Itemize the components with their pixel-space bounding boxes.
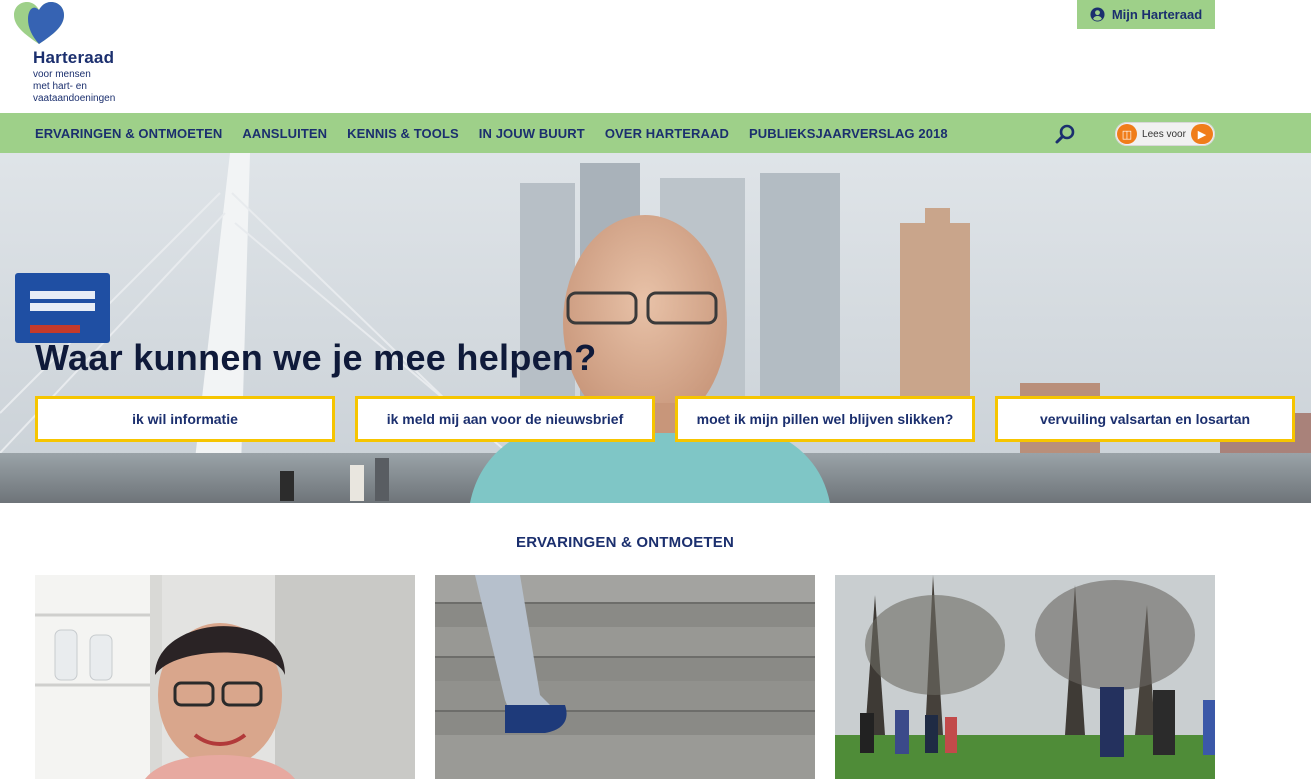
pills-question-button[interactable]: moet ik mijn pillen wel blijven slikken? xyxy=(675,396,975,442)
read-aloud-button[interactable]: ◫ Lees voor ▶ xyxy=(1115,122,1215,146)
nav-item-ervaringen[interactable]: ERVARINGEN & ONTMOETEN xyxy=(35,126,222,141)
walking-group-image xyxy=(835,575,1215,779)
nav-item-over-harteraad[interactable]: OVER HARTERAAD xyxy=(605,126,729,141)
stairs-image xyxy=(435,575,815,779)
nav-item-jaarverslag[interactable]: PUBLIEKSJAARVERSLAG 2018 xyxy=(749,126,948,141)
user-circle-icon xyxy=(1090,7,1105,22)
woman-portrait-image xyxy=(35,575,415,779)
nav-item-aansluiten[interactable]: AANSLUITEN xyxy=(242,126,327,141)
play-icon: ▶ xyxy=(1190,124,1213,144)
newsletter-button[interactable]: ik meld mij aan voor de nieuwsbrief xyxy=(355,396,655,442)
experience-card-stairs[interactable] xyxy=(435,575,815,779)
heart-logo-icon xyxy=(14,2,64,44)
hero-title: Waar kunnen we je mee helpen? xyxy=(35,337,597,378)
section-title: ERVARINGEN & ONTMOETEN xyxy=(515,534,735,551)
read-aloud-label: Lees voor xyxy=(1142,128,1186,140)
hero-photo xyxy=(0,153,1311,503)
my-account-button[interactable]: Mijn Harteraad xyxy=(1077,0,1215,29)
experience-card-walking-group[interactable] xyxy=(835,575,1215,779)
info-button[interactable]: ik wil informatie xyxy=(35,396,335,442)
my-account-label: Mijn Harteraad xyxy=(1111,7,1203,22)
logo-tagline: voor mensen met hart- en vaataandoeninge… xyxy=(33,69,116,104)
harteraad-logo[interactable]: Harteraad voor mensen met hart- en vaata… xyxy=(14,2,144,106)
logo-wordmark: Harteraad xyxy=(33,48,115,67)
experience-card-woman[interactable] xyxy=(35,575,415,779)
ear-icon: ◫ xyxy=(1117,124,1137,144)
valsartan-button[interactable]: vervuiling valsartan en losartan xyxy=(995,396,1295,442)
nav-items: ERVARINGEN & ONTMOETEN AANSLUITEN KENNIS… xyxy=(35,113,948,153)
search-icon[interactable] xyxy=(1054,123,1076,145)
hero-banner: Waar kunnen we je mee helpen? ik wil inf… xyxy=(0,153,1311,503)
nav-item-in-jouw-buurt[interactable]: IN JOUW BUURT xyxy=(479,126,585,141)
nav-item-kennis-tools[interactable]: KENNIS & TOOLS xyxy=(347,126,459,141)
